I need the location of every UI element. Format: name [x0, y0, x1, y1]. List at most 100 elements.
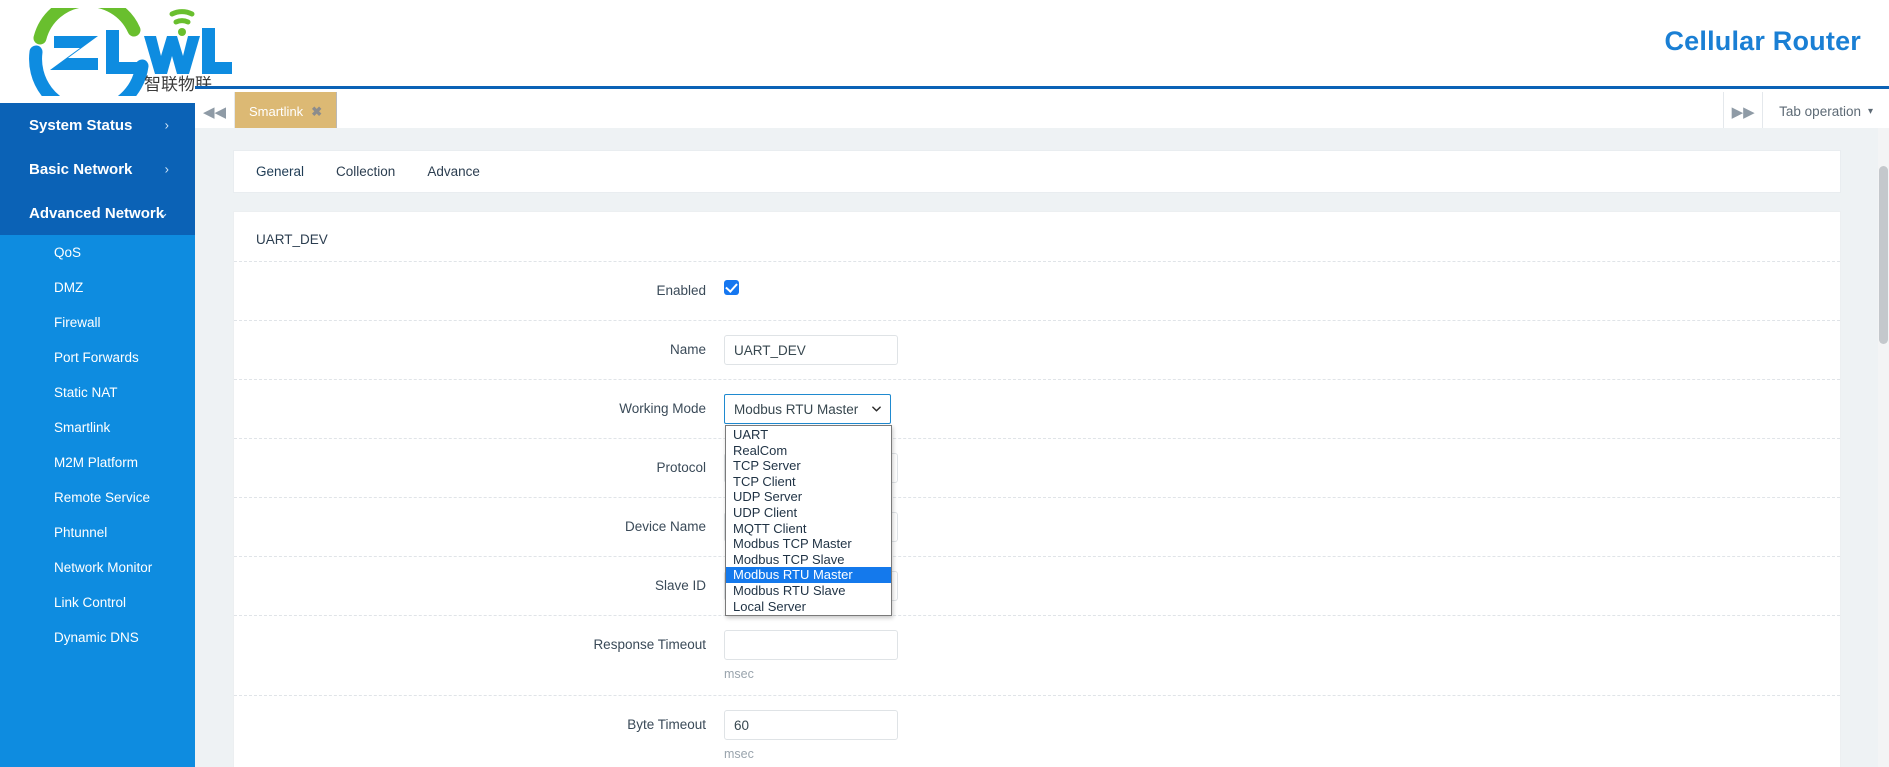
- chevron-right-icon: ›: [164, 117, 169, 133]
- working-mode-option[interactable]: Modbus TCP Master: [726, 536, 891, 552]
- tab-list: Smartlink ✖: [235, 92, 1723, 131]
- sidebar-submenu-advanced-network: QoS DMZ Firewall Port Forwards Static NA…: [0, 235, 195, 655]
- working-mode-option[interactable]: UART: [726, 427, 891, 443]
- tab-advance[interactable]: Advance: [427, 160, 480, 183]
- tab-collection[interactable]: Collection: [336, 160, 395, 183]
- response-timeout-unit: msec: [724, 667, 754, 681]
- field-control-name: [724, 335, 1840, 365]
- sidebar-item-link-control[interactable]: Link Control: [0, 585, 195, 620]
- sidebar-item-remote-service[interactable]: Remote Service: [0, 480, 195, 515]
- working-mode-option[interactable]: TCP Server: [726, 458, 891, 474]
- brand-logo[interactable]: 智联物联: [22, 8, 232, 96]
- working-mode-option[interactable]: MQTT Client: [726, 521, 891, 537]
- working-mode-option[interactable]: Modbus RTU Slave: [726, 583, 891, 599]
- tab-operation-label: Tab operation: [1779, 104, 1861, 119]
- field-control-enabled: [724, 276, 1840, 296]
- chevron-down-icon: ▾: [1867, 106, 1873, 117]
- sidebar-item-label: Basic Network: [29, 160, 133, 178]
- chevron-down-icon: [872, 406, 881, 412]
- sidebar-item-advanced-network[interactable]: Advanced Network ⌄: [0, 191, 195, 235]
- field-row-response-timeout: Response Timeout msec: [234, 615, 1840, 695]
- close-icon[interactable]: ✖: [311, 104, 322, 120]
- field-row-enabled: Enabled: [234, 261, 1840, 320]
- sidebar-item-label: Remote Service: [54, 490, 151, 505]
- field-label-slave-id: Slave ID: [654, 578, 706, 593]
- tabbar-shell: ◀◀ Smartlink ✖ ▶▶ Tab operation ▾: [195, 86, 1889, 131]
- panel-wrapper: General Collection Advance UART_DEV Enab…: [233, 150, 1841, 767]
- tab-scroll-left-icon[interactable]: ◀◀: [195, 92, 235, 131]
- sidebar-item-system-status[interactable]: System Status ›: [0, 103, 195, 147]
- enabled-checkbox[interactable]: [724, 280, 739, 295]
- field-row-slave-id: Slave ID: [234, 556, 1840, 615]
- sidebar-item-static-nat[interactable]: Static NAT: [0, 375, 195, 410]
- tab-scroll-right-icon[interactable]: ▶▶: [1723, 92, 1764, 131]
- byte-timeout-unit: msec: [724, 747, 754, 761]
- sidebar-item-label: M2M Platform: [54, 455, 139, 470]
- tab-general[interactable]: General: [256, 160, 304, 183]
- sidebar-item-qos[interactable]: QoS: [0, 235, 195, 270]
- field-control-response-timeout: msec: [724, 630, 1840, 681]
- sidebar-item-basic-network[interactable]: Basic Network ›: [0, 147, 195, 191]
- sidebar-item-label: Port Forwards: [54, 350, 139, 365]
- sidebar-item-label: Smartlink: [54, 420, 111, 435]
- field-row-byte-timeout: Byte Timeout msec: [234, 695, 1840, 767]
- page-title: Cellular Router: [1664, 26, 1861, 56]
- field-label-protocol: Protocol: [656, 460, 706, 475]
- working-mode-selected-value: Modbus RTU Master: [734, 401, 859, 417]
- field-label-byte-timeout: Byte Timeout: [627, 717, 706, 732]
- content-scrollbar[interactable]: [1878, 128, 1889, 767]
- tabbar: ◀◀ Smartlink ✖ ▶▶ Tab operation ▾: [195, 92, 1889, 131]
- field-row-protocol: Protocol: [234, 438, 1840, 497]
- tab-operation-menu[interactable]: Tab operation ▾: [1763, 92, 1889, 131]
- sidebar-item-label: Phtunnel: [54, 525, 108, 540]
- field-row-working-mode: Working Mode Modbus RTU Master UART RealC…: [234, 379, 1840, 617]
- scrollbar-thumb[interactable]: [1879, 166, 1888, 344]
- sidebar-item-smartlink[interactable]: Smartlink: [0, 410, 195, 445]
- sidebar-item-m2m-platform[interactable]: M2M Platform: [0, 445, 195, 480]
- sidebar: System Status › Basic Network › Advanced…: [0, 103, 195, 767]
- content-tabs: General Collection Advance: [233, 150, 1841, 193]
- sidebar-item-phtunnel[interactable]: Phtunnel: [0, 515, 195, 550]
- working-mode-select[interactable]: Modbus RTU Master UART RealCom TCP Server T…: [724, 394, 892, 617]
- field-label-name: Name: [669, 342, 706, 357]
- sidebar-item-label: System Status: [29, 116, 133, 134]
- byte-timeout-input[interactable]: [724, 710, 898, 740]
- zlwl-logo-icon: 智联物联: [29, 8, 232, 96]
- sidebar-item-firewall[interactable]: Firewall: [0, 305, 195, 340]
- content-area: General Collection Advance UART_DEV Enab…: [195, 128, 1889, 767]
- working-mode-dropdown[interactable]: UART RealCom TCP Server TCP Client UDP Serve…: [725, 425, 892, 617]
- sidebar-item-label: DMZ: [54, 280, 84, 295]
- sidebar-item-label: Dynamic DNS: [54, 630, 139, 645]
- sidebar-item-label: Link Control: [54, 595, 127, 610]
- sidebar-item-network-monitor[interactable]: Network Monitor: [0, 550, 195, 585]
- chevron-down-icon: ⌄: [158, 205, 169, 220]
- tab-smartlink[interactable]: Smartlink ✖: [235, 92, 338, 131]
- field-row-name: Name: [234, 320, 1840, 379]
- working-mode-option[interactable]: TCP Client: [726, 474, 891, 490]
- working-mode-option[interactable]: UDP Client: [726, 505, 891, 521]
- sidebar-item-label: Advanced Network: [29, 204, 165, 222]
- field-label-working-mode: Working Mode: [619, 401, 706, 416]
- sidebar-item-dynamic-dns[interactable]: Dynamic DNS: [0, 620, 195, 655]
- working-mode-option[interactable]: UDP Server: [726, 489, 891, 505]
- uart-dev-form: UART_DEV Enabled Name Wor: [233, 211, 1841, 767]
- field-label-enabled: Enabled: [656, 283, 706, 298]
- sidebar-item-label: Static NAT: [54, 385, 118, 400]
- field-control-byte-timeout: msec: [724, 710, 1840, 761]
- working-mode-option[interactable]: Local Server: [726, 599, 891, 615]
- chevron-right-icon: ›: [164, 161, 169, 177]
- field-label-response-timeout: Response Timeout: [593, 637, 706, 652]
- field-row-device-name: Device Name: [234, 497, 1840, 556]
- field-control-working-mode: Modbus RTU Master UART RealCom TCP Server T…: [724, 394, 1840, 617]
- name-input[interactable]: [724, 335, 898, 365]
- sidebar-item-port-forwards[interactable]: Port Forwards: [0, 340, 195, 375]
- page-root: 智联物联 Cellular Router System Status › Bas…: [0, 0, 1889, 767]
- sidebar-item-label: QoS: [54, 245, 82, 260]
- working-mode-option[interactable]: Modbus RTU Master: [726, 567, 891, 583]
- section-title: UART_DEV: [256, 232, 328, 247]
- working-mode-option[interactable]: RealCom: [726, 443, 891, 459]
- sidebar-item-label: Network Monitor: [54, 560, 153, 575]
- sidebar-item-dmz[interactable]: DMZ: [0, 270, 195, 305]
- response-timeout-input[interactable]: [724, 630, 898, 660]
- working-mode-option[interactable]: Modbus TCP Slave: [726, 552, 891, 568]
